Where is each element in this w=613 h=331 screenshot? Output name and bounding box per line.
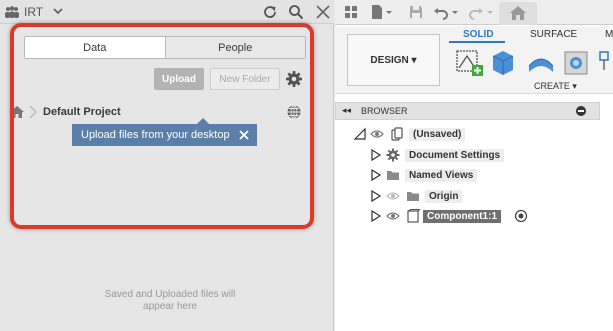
chevron-down-icon[interactable] bbox=[485, 4, 495, 20]
data-panel-header: IRT bbox=[0, 0, 334, 24]
expand-triangle-icon[interactable] bbox=[369, 209, 383, 223]
browser-header: ◂◂ BROWSER bbox=[335, 102, 600, 120]
workspace-switcher-button[interactable]: DESIGN ▾ bbox=[347, 34, 440, 86]
eye-icon[interactable] bbox=[386, 209, 400, 223]
ribbon-toolbar: DESIGN ▾ SOLID SURFACE M CREATE ▾ bbox=[335, 26, 613, 94]
gear-icon bbox=[386, 148, 400, 162]
active-tab-indicator bbox=[449, 41, 505, 43]
file-icon[interactable] bbox=[369, 4, 385, 20]
folder-icon bbox=[387, 171, 399, 180]
tree-node-component[interactable]: Component1:1 bbox=[369, 208, 569, 224]
tree-node-root[interactable]: (Unsaved) bbox=[353, 126, 553, 142]
empty-state-message: Saved and Uploaded files will appear her… bbox=[60, 289, 280, 313]
undo-icon[interactable] bbox=[433, 4, 449, 20]
collapse-browser-button[interactable]: ◂◂ bbox=[342, 105, 351, 116]
minimize-icon[interactable] bbox=[576, 106, 586, 116]
tab-more[interactable]: M bbox=[605, 29, 613, 40]
box-icon[interactable] bbox=[487, 46, 519, 78]
tree-node-named-views[interactable]: Named Views bbox=[369, 167, 549, 183]
app-window: IRT Data People Upload New Folder Defaul… bbox=[0, 0, 613, 331]
redo-icon[interactable] bbox=[468, 4, 484, 20]
chevron-down-icon[interactable] bbox=[450, 4, 460, 20]
eye-hidden-icon[interactable] bbox=[386, 189, 400, 203]
radio-icon[interactable] bbox=[514, 209, 528, 223]
save-icon[interactable] bbox=[408, 4, 424, 20]
tree-label-component: Component1:1 bbox=[423, 210, 501, 223]
tree-node-document-settings[interactable]: Document Settings bbox=[369, 147, 549, 163]
tree-label-origin: Origin bbox=[425, 190, 463, 203]
home-tab[interactable] bbox=[499, 2, 537, 25]
empty-message-line1: Saved and Uploaded files will bbox=[104, 289, 236, 300]
data-panel: IRT Data People Upload New Folder Defaul… bbox=[0, 0, 334, 331]
create-menu[interactable]: CREATE ▾ bbox=[534, 81, 577, 92]
tab-solid[interactable]: SOLID bbox=[463, 29, 494, 40]
tree-label-document-settings: Document Settings bbox=[405, 149, 505, 162]
expand-triangle-icon[interactable] bbox=[369, 168, 383, 182]
revolve-icon[interactable] bbox=[525, 46, 557, 78]
team-icon[interactable] bbox=[4, 6, 20, 18]
tab-surface[interactable]: SURFACE bbox=[530, 29, 577, 40]
folder-icon bbox=[407, 192, 419, 201]
empty-message-line2: appear here bbox=[143, 301, 197, 312]
chevron-down-icon[interactable] bbox=[384, 4, 394, 20]
tree-label-root: (Unsaved) bbox=[409, 128, 466, 141]
sweep-icon[interactable] bbox=[561, 46, 593, 78]
design-workspace: DESIGN ▾ SOLID SURFACE M CREATE ▾ ◂◂ BRO… bbox=[335, 0, 613, 331]
browser-title: BROWSER bbox=[361, 106, 408, 116]
eye-icon[interactable] bbox=[370, 127, 384, 141]
search-icon[interactable] bbox=[288, 4, 304, 20]
highlight-annotation bbox=[10, 23, 314, 229]
component-icon bbox=[407, 209, 420, 223]
create-sketch-icon[interactable] bbox=[453, 46, 485, 78]
document-icon bbox=[391, 127, 403, 141]
refresh-icon[interactable] bbox=[262, 4, 278, 20]
chevron-down-icon[interactable] bbox=[52, 5, 64, 17]
expand-triangle-icon[interactable] bbox=[369, 189, 383, 203]
expand-triangle-icon[interactable] bbox=[353, 127, 367, 141]
tree-node-origin[interactable]: Origin bbox=[369, 188, 549, 204]
close-icon[interactable] bbox=[315, 4, 331, 20]
team-name[interactable]: IRT bbox=[24, 5, 43, 19]
grid-icon[interactable] bbox=[343, 4, 359, 20]
expand-triangle-icon[interactable] bbox=[369, 148, 383, 162]
quick-access-bar bbox=[335, 0, 613, 25]
more-tools-icon[interactable] bbox=[597, 46, 613, 78]
tree-label-named-views: Named Views bbox=[405, 169, 478, 182]
home-icon bbox=[510, 6, 526, 20]
